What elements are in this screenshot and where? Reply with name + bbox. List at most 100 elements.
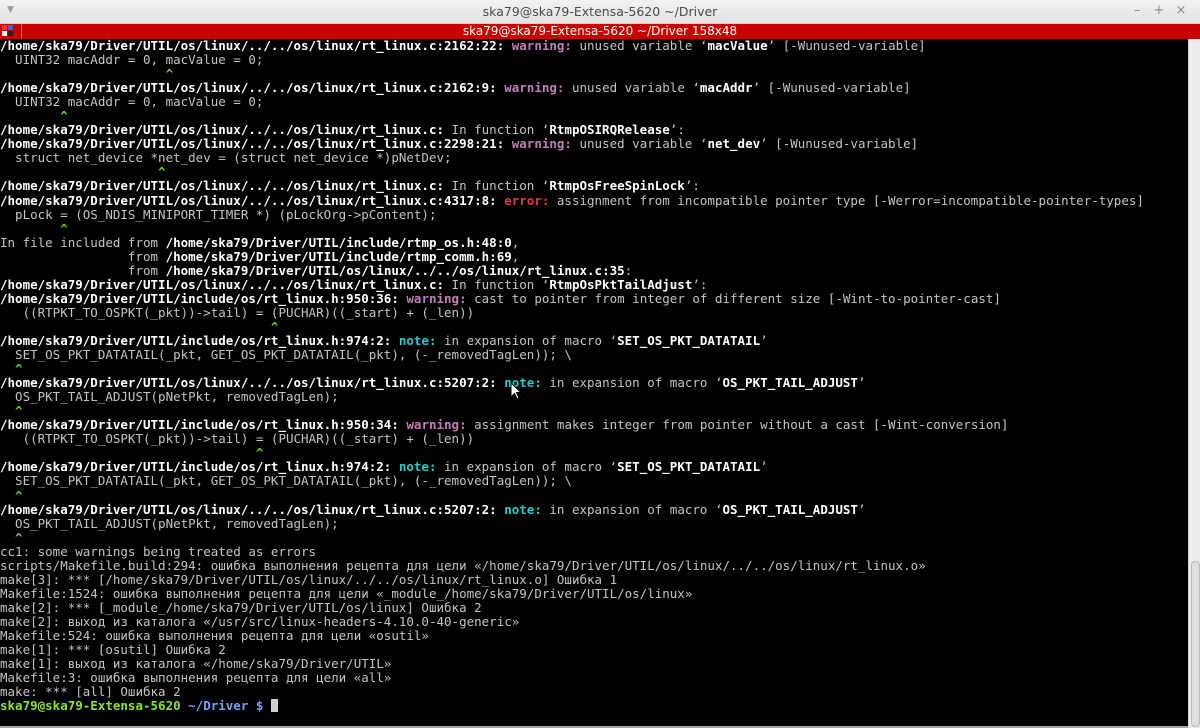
terminal-output[interactable]: /home/ska79/Driver/UTIL/os/linux/../../o… bbox=[0, 39, 1188, 726]
terminal-line: /home/ska79/Driver/UTIL/include/os/rt_li… bbox=[0, 418, 1188, 432]
terminal-line: Makefile:1524: ошибка выполнения рецепта… bbox=[0, 585, 1188, 601]
terminal-text: make[2]: *** [_module_/home/ska79/Driver… bbox=[0, 599, 482, 615]
terminal-text: make[1]: выход из каталога «/home/ska79/… bbox=[0, 656, 392, 672]
caret-marker: ^ bbox=[0, 445, 264, 461]
terminal-text: /home/ska79/Driver/UTIL/os/linux/../../o… bbox=[0, 80, 505, 96]
terminal-text: cc1: some warnings being treated as erro… bbox=[0, 543, 317, 559]
terminal-text: unused variable ‘ bbox=[571, 39, 708, 53]
close-button[interactable]: × bbox=[1170, 3, 1192, 18]
scrollbar-thumb[interactable] bbox=[1191, 561, 1200, 727]
terminal-line: from /home/ska79/Driver/UTIL/include/rtm… bbox=[0, 248, 1188, 264]
terminal-text: warning: bbox=[511, 39, 572, 53]
caret-marker: ^ bbox=[0, 487, 23, 503]
terminal-line: ^ bbox=[0, 318, 1188, 334]
terminal-text: /home/ska79/Driver/UTIL/include/rtmp_os.… bbox=[165, 234, 512, 250]
terminal-text: in expansion of macro ‘ bbox=[541, 375, 723, 391]
text-cursor bbox=[270, 699, 278, 713]
maximize-button[interactable]: + bbox=[1148, 3, 1170, 18]
terminal-text: pLock = (OS_NDIS_MINIPORT_TIMER *) (pLoc… bbox=[0, 206, 437, 222]
terminal-text: Makefile:524: ошибка выполнения рецепта … bbox=[0, 627, 429, 643]
terminal-line: ((RTPKT_TO_OSPKT(_pkt))->tail) = (PUCHAR… bbox=[0, 432, 1188, 446]
caret-marker: ^ bbox=[0, 403, 23, 419]
caret-marker: ^ bbox=[0, 164, 166, 180]
terminal-text: /home/ska79/Driver/UTIL/include/os/rt_li… bbox=[0, 459, 399, 475]
terminal-text: /home/ska79/Driver/UTIL/include/os/rt_li… bbox=[0, 290, 407, 306]
terminal-text: make: *** [all] Ошибка 2 bbox=[0, 684, 181, 700]
terminal-line: ^ bbox=[0, 165, 1188, 179]
terminal-text: Makefile:3: ошибка выполнения рецепта дл… bbox=[0, 670, 392, 686]
terminal-line: /home/ska79/Driver/UTIL/include/os/rt_li… bbox=[0, 332, 1188, 348]
terminal-text: /home/ska79/Driver/UTIL/include/os/rt_li… bbox=[0, 417, 407, 433]
terminal-text: ’ bbox=[857, 501, 866, 517]
terminal-text: warning: bbox=[406, 417, 467, 433]
terminal-line: ^ bbox=[0, 362, 1188, 376]
terminal-line: /home/ska79/Driver/UTIL/os/linux/../../o… bbox=[0, 137, 1188, 151]
caret-marker: ^ bbox=[0, 361, 23, 377]
terminal-text: : bbox=[624, 262, 633, 278]
prompt-path: ~/Driver $ bbox=[180, 698, 271, 714]
terminal-text: warning: bbox=[406, 290, 467, 306]
terminal-text: note: bbox=[504, 501, 542, 517]
terminal-text: SET_OS_PKT_DATATAIL(_pkt, GET_OS_PKT_DAT… bbox=[0, 473, 572, 489]
terminal-line: make[2]: выход из каталога «/usr/src/lin… bbox=[0, 614, 1188, 629]
terminal-text: in expansion of macro ‘ bbox=[541, 501, 723, 517]
mouse-pointer-icon bbox=[510, 382, 522, 400]
terminal-line: UINT32 macAddr = 0, macValue = 0; bbox=[0, 53, 1188, 67]
terminal-text: from bbox=[0, 248, 166, 264]
terminal-text: UINT32 macAddr = 0, macValue = 0; bbox=[0, 52, 264, 68]
terminal-text: macAddr bbox=[699, 80, 753, 96]
terminal-line: OS_PKT_TAIL_ADJUST(pNetPkt, removedTagLe… bbox=[0, 390, 1188, 404]
terminal-text: ’ bbox=[760, 459, 768, 475]
caret-marker: ^ bbox=[0, 318, 279, 334]
terminal-text: ’ [-Wunused-variable] bbox=[752, 80, 911, 96]
terminal-text: macValue bbox=[707, 39, 768, 53]
terminal-line: make[3]: *** [/home/ska79/Driver/UTIL/os… bbox=[0, 571, 1188, 587]
terminal-scrollbar[interactable] bbox=[1188, 39, 1200, 728]
terminal-text: , bbox=[511, 248, 520, 264]
terminal-text: SET_OS_PKT_DATATAIL bbox=[617, 459, 761, 475]
terminal-text: /home/ska79/Driver/UTIL/os/linux/../../o… bbox=[165, 262, 625, 278]
prompt-user-host: ska79@ska79-Extensa-5620 bbox=[0, 698, 181, 714]
terminal-text: assignment makes integer from pointer wi… bbox=[466, 417, 1009, 433]
shell-prompt[interactable]: ska79@ska79-Extensa-5620 ~/Driver $ bbox=[0, 699, 1188, 713]
terminal-text: from bbox=[0, 262, 166, 278]
terminal-line: In file included from /home/ska79/Driver… bbox=[0, 234, 1188, 250]
terminal-text: OS_PKT_TAIL_ADJUST bbox=[722, 375, 858, 391]
minimize-button[interactable]: – bbox=[1126, 3, 1148, 18]
terminal-text: struct net_device *net_dev = (struct net… bbox=[0, 150, 452, 166]
terminal-text: make[3]: *** [/home/ska79/Driver/UTIL/os… bbox=[0, 571, 618, 587]
terminal-tab-title[interactable]: ska79@ska79-Extensa-5620 ~/Driver 158x48 bbox=[0, 24, 1200, 39]
caret-marker: ^ bbox=[0, 529, 23, 545]
terminal-text: /home/ska79/Driver/UTIL/os/linux/../../o… bbox=[0, 178, 445, 194]
terminal-text: cast to pointer from integer of differen… bbox=[466, 290, 1001, 306]
terminal-text: /home/ska79/Driver/UTIL/include/rtmp_com… bbox=[165, 248, 512, 264]
terminal-text: error: bbox=[504, 192, 550, 208]
terminal-text: /home/ska79/Driver/UTIL/os/linux/../../o… bbox=[0, 136, 512, 152]
terminal-text: ’ bbox=[760, 332, 768, 348]
terminal-line: ^ bbox=[0, 109, 1188, 123]
terminal-line: make[1]: *** [osutil] Ошибка 2 bbox=[0, 642, 1188, 657]
terminal-text: /home/ska79/Driver/UTIL/os/linux/../../o… bbox=[0, 39, 512, 53]
terminal-line: ^ bbox=[0, 446, 1188, 460]
terminal-text: /home/ska79/Driver/UTIL/os/linux/../../o… bbox=[0, 375, 505, 391]
terminal-text: /home/ska79/Driver/UTIL/os/linux/../../o… bbox=[0, 122, 445, 138]
terminal-text: ’: bbox=[684, 178, 700, 194]
terminal-line: make[1]: выход из каталога «/home/ska79/… bbox=[0, 657, 1188, 671]
window-titlebar[interactable]: ▼ ska79@ska79-Extensa-5620 ~/Driver – + × bbox=[0, 0, 1200, 24]
terminal-text: /home/ska79/Driver/UTIL/os/linux/../../o… bbox=[0, 276, 445, 292]
terminal-text: In function ‘ bbox=[444, 122, 550, 138]
terminal-line: /home/ska79/Driver/UTIL/os/linux/../../o… bbox=[0, 123, 1188, 137]
terminal-text: Makefile:1524: ошибка выполнения рецепта… bbox=[0, 585, 693, 601]
terminal-text: unused variable ‘ bbox=[564, 80, 700, 96]
terminal-line: ((RTPKT_TO_OSPKT(_pkt))->tail) = (PUCHAR… bbox=[0, 304, 1188, 320]
terminal-text: UINT32 macAddr = 0, macValue = 0; bbox=[0, 94, 264, 110]
terminal-text: ((RTPKT_TO_OSPKT(_pkt))->tail) = (PUCHAR… bbox=[0, 431, 475, 447]
terminal-text: /home/ska79/Driver/UTIL/os/linux/../../o… bbox=[0, 192, 505, 208]
terminal-text: RtmpOsFreeSpinLock bbox=[549, 178, 685, 194]
terminal-text: ’: bbox=[692, 276, 708, 292]
terminal-text: RtmpOSIRQRelease bbox=[549, 122, 670, 138]
terminal-line: /home/ska79/Driver/UTIL/os/linux/../../o… bbox=[0, 81, 1188, 95]
terminal-text: SET_OS_PKT_DATATAIL(_pkt, GET_OS_PKT_DAT… bbox=[0, 347, 572, 363]
terminal-line: OS_PKT_TAIL_ADJUST(pNetPkt, removedTagLe… bbox=[0, 516, 1188, 531]
terminal-text: ((RTPKT_TO_OSPKT(_pkt))->tail) = (PUCHAR… bbox=[0, 304, 475, 320]
